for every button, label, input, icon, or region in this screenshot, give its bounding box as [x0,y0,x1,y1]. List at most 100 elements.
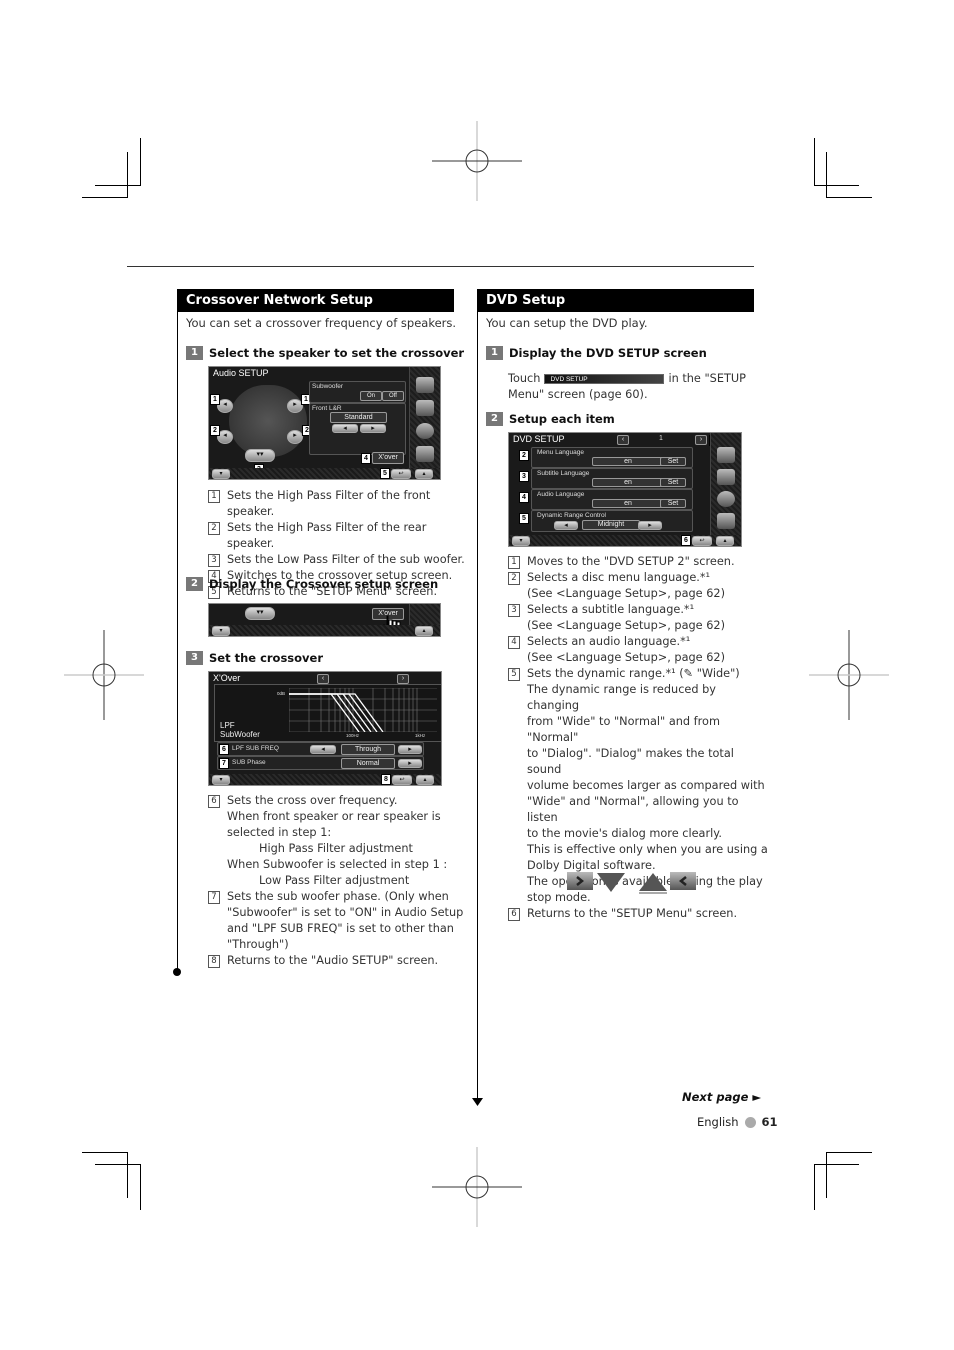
display-setup-icon[interactable] [717,447,735,463]
speaker-icon[interactable] [717,491,735,507]
callout: 6 [219,744,229,755]
header-rule [127,266,754,267]
return-button[interactable]: ↩ [692,536,712,546]
item-text: "Subwoofer" is set to "ON" in Audio Setu… [227,906,464,919]
graph-label: LPF SubWoofer [220,721,260,739]
item-number: 6 [208,795,220,808]
row-label: SUB Phase [232,759,266,766]
list-item: 5 Sets the dynamic range.*¹ (✎ "Wide") [508,666,768,682]
item-text: Sets the cross over frequency. [227,794,398,807]
return-button[interactable]: ↩ [392,775,412,785]
step-2-heading: 2 Setup each item [486,412,615,426]
subwoofer-on-button[interactable]: On [360,391,382,401]
scroll-up-button[interactable]: ▴ [415,469,433,479]
scroll-up-button[interactable]: ▴ [415,626,433,636]
footer-dot [744,1116,756,1128]
subtitle-language-set-button[interactable]: Set [660,478,686,487]
callout: 2 [210,425,220,436]
item-text: "Wide" and "Normal", allowing you to lis… [527,795,739,824]
tools-icon[interactable] [717,513,735,529]
prev-page-button[interactable]: ‹ [617,435,629,445]
crop-mark [814,185,859,186]
display-setup-icon[interactable] [416,377,434,393]
scroll-down-button[interactable]: ▾ [212,626,230,636]
audio-language-value: en [592,499,664,508]
row-label: LPF SUB FREQ [232,745,279,752]
crossover-intro: You can set a crossover frequency of spe… [186,316,457,330]
registration-mark-bottom [432,1147,522,1227]
crossover-response-graph [289,688,437,732]
item-text: "Through") [227,938,289,951]
item-number: 8 [208,955,220,968]
up-triangle-icon[interactable] [638,872,668,894]
item-text: to "Dialog". "Dialog" makes the total so… [527,747,734,776]
return-button[interactable]: ↩ [391,469,411,479]
callout: 6 [681,535,691,546]
next-page-button[interactable]: › [397,674,409,684]
left-column-flow-line [177,289,178,972]
scroll-up-button[interactable]: ▴ [716,536,734,546]
item-number: 1 [208,490,220,503]
crop-mark [127,1152,128,1198]
graph-label-line2: SubWoofer [220,730,260,739]
front-prev-button[interactable]: ◂ [332,424,358,433]
prev-page-button[interactable]: ‹ [317,674,329,684]
flow-arrow-down-icon [472,1098,483,1106]
scroll-down-button[interactable]: ▾ [212,469,230,479]
list-item: 2 Sets the High Pass Filter of the rear s… [208,520,468,552]
footer-language: English [697,1115,739,1129]
audio-setup-icon[interactable] [717,469,735,485]
scroll-down-button[interactable]: ▾ [512,536,530,546]
speaker-icon[interactable] [416,423,434,439]
next-page-link[interactable]: Next page ► [682,1090,761,1104]
front-panel: Front L&R Standard ◂ ▸ [309,403,406,455]
list-item: 4 Selects an audio language.*¹ [508,634,768,650]
item-text: Sets the sub woofer phase. (Only when [227,890,449,903]
list-item: 2 Selects a disc menu language.*¹ [508,570,768,586]
crop-mark [82,197,128,198]
item-text: Returns to the "Audio SETUP" screen. [227,954,439,967]
crop-mark [814,1164,815,1210]
subwoofer-speaker-button[interactable]: ▾▾ [245,449,275,462]
xover-button[interactable]: X'over [372,452,404,464]
audio-setup-icon[interactable] [416,400,434,416]
callout: 1 [210,394,220,405]
down-triangle-icon[interactable] [596,872,626,894]
audio-setup-screen: Audio SETUP ◂ ▸ ◂ ▸ ▾▾ 1 1 2 2 3 Subwoof… [208,366,441,480]
crop-mark [95,1164,140,1165]
callout: 5 [519,513,529,524]
dvd-setup-menu-button[interactable]: DVD SETUP [544,374,665,384]
scroll-down-button[interactable]: ▾ [212,775,230,785]
audio-language-set-button[interactable]: Set [660,499,686,508]
step-number: 2 [486,412,503,426]
y-tick-label: 0dB [277,691,286,696]
item-number: 2 [508,572,520,585]
freq-next-button[interactable]: ▸ [398,745,422,754]
subwoofer-label: Subwoofer [312,383,344,390]
tools-icon[interactable] [416,446,434,462]
car-seats-image [229,385,307,457]
next-arrow-icon[interactable] [567,872,593,890]
step-3-heading: 3 Set the crossover [186,651,323,665]
step-1-heading: 1 Select the speaker to set the crossove… [186,346,464,360]
menu-language-set-button[interactable]: Set [660,457,686,466]
row-label: Audio Language [537,491,585,498]
freq-prev-button[interactable]: ◂ [310,745,336,754]
item-text: Returns to the "SETUP Menu" screen. [527,907,738,920]
scroll-up-button[interactable]: ▴ [416,775,434,785]
item-number: 5 [508,668,520,681]
front-next-button[interactable]: ▸ [360,424,386,433]
back-arrow-icon[interactable] [670,872,696,890]
list-item: 7 Sets the sub woofer phase. (Only when [208,889,473,905]
phase-next-button[interactable]: ▸ [398,759,422,768]
dvd-item-list: 1 Moves to the "DVD SETUP 2" screen. 2 Sel… [508,554,768,922]
row-label: Menu Language [537,449,584,456]
item-number: 7 [208,891,220,904]
range-next-button[interactable]: ▸ [638,521,662,530]
step-title: Select the speaker to set the crossover [209,346,465,360]
subwoofer-off-button[interactable]: Off [382,391,404,401]
rear-right-speaker-button[interactable]: ▸ [287,430,303,444]
next-page-button[interactable]: › [695,435,707,445]
range-prev-button[interactable]: ◂ [554,521,578,530]
subwoofer-speaker-button[interactable]: ▾▾ [245,607,275,620]
